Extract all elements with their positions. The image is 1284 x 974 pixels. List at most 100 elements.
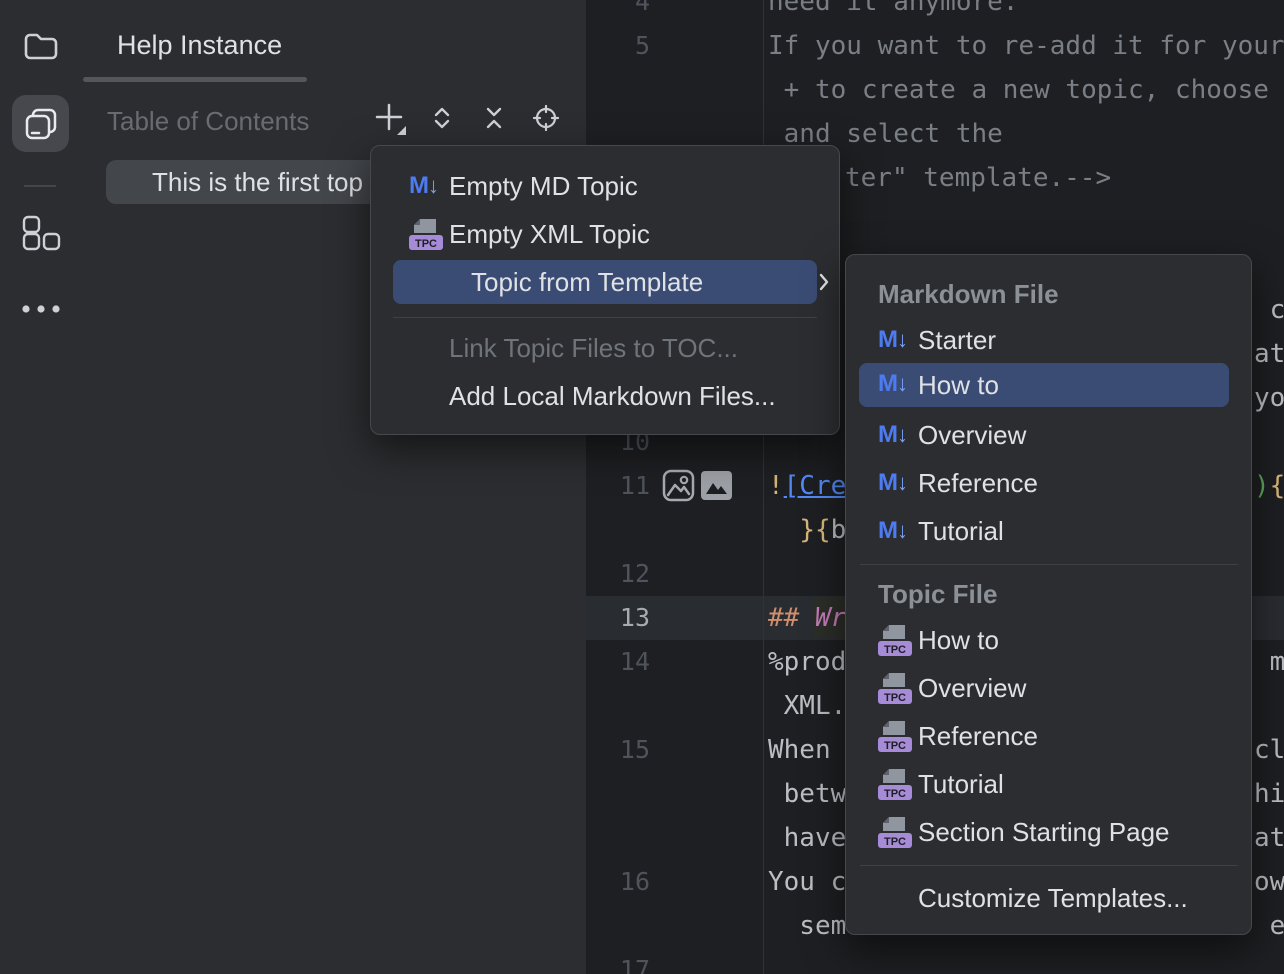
- submenu-chevron-icon: [818, 272, 830, 292]
- svg-text:TPC: TPC: [884, 788, 906, 800]
- submenu-item-overview-tpc[interactable]: TPC Overview: [846, 664, 1251, 712]
- line-number: 12: [586, 552, 650, 596]
- submenu-item-overview-md[interactable]: M↓ Overview: [846, 411, 1251, 459]
- submenu-item-reference-md[interactable]: M↓ Reference: [846, 459, 1251, 507]
- markdown-file-icon: M↓: [878, 517, 918, 545]
- image-filled-icon: [701, 471, 732, 500]
- markdown-file-icon: M↓: [878, 326, 918, 354]
- code-text: ter" template.-->: [845, 156, 1111, 200]
- add-topic-button[interactable]: [371, 100, 407, 136]
- code-text: + to create a new topic, choose: [768, 68, 1284, 112]
- activity-divider: [24, 185, 56, 187]
- structure-icon: [17, 207, 65, 251]
- submenu-item-section-starting-page[interactable]: TPC Section Starting Page: [846, 808, 1251, 856]
- topic-file-icon: TPC: [878, 623, 918, 657]
- code-fragment: his: [1254, 772, 1284, 816]
- structure-tool-button[interactable]: [12, 200, 69, 257]
- activity-bar: [0, 0, 82, 974]
- code-fragment: cl: [1254, 728, 1284, 772]
- code-text: You c: [768, 860, 846, 904]
- topic-file-icon: TPC: [409, 217, 449, 251]
- submenu-item-tutorial-tpc[interactable]: TPC Tutorial: [846, 760, 1251, 808]
- markdown-file-icon: M↓: [878, 421, 918, 449]
- code-fragment: ){: [1254, 464, 1284, 508]
- menu-item-topic-from-template[interactable]: Topic from Template: [393, 260, 817, 304]
- folder-icon: [21, 26, 61, 66]
- line-number: 16: [586, 860, 650, 904]
- topic-file-icon: TPC: [878, 671, 918, 705]
- more-icon: [17, 301, 65, 317]
- submenu-item-starter[interactable]: M↓ Starter: [846, 316, 1251, 364]
- code-fragment: c: [1254, 288, 1284, 332]
- code-text: ## Wr: [768, 596, 846, 640]
- project-tool-button[interactable]: [12, 17, 69, 74]
- submenu-separator: [860, 564, 1238, 565]
- svg-text:TPC: TPC: [884, 836, 906, 848]
- code-text: %prod: [768, 640, 846, 684]
- code-fragment: e: [1254, 904, 1284, 948]
- expand-all-icon: [428, 104, 456, 132]
- menu-item-empty-xml-topic[interactable]: TPC Empty XML Topic: [371, 210, 839, 258]
- markdown-file-icon: M↓: [878, 469, 918, 497]
- target-icon: [532, 104, 560, 132]
- panel-title: Help Instance: [117, 30, 282, 61]
- code-fragment: ow: [1254, 860, 1284, 904]
- gutter-image-icons[interactable]: [662, 469, 732, 502]
- code-text: need it anymore.: [768, 0, 1018, 24]
- line-number: 11: [586, 464, 650, 508]
- markdown-file-icon: M↓: [409, 172, 449, 200]
- svg-text:TPC: TPC: [884, 644, 906, 656]
- line-number: 5: [586, 24, 650, 68]
- submenu-item-how-to-md[interactable]: M↓ How to: [859, 363, 1229, 407]
- code-fragments-right-of-menu: catyo){ mclhisatow e: [1252, 0, 1284, 974]
- code-text: If you want to re-add it for your: [768, 24, 1284, 68]
- toc-section-title: Table of Contents: [107, 106, 309, 137]
- plus-dropdown-icon: [371, 99, 407, 137]
- topics-tool-button[interactable]: [12, 95, 69, 152]
- code-text: betw: [768, 772, 846, 816]
- menu-item-add-local-markdown[interactable]: Add Local Markdown Files...: [371, 372, 839, 420]
- toc-tree-item-label: This is the first top: [152, 167, 363, 198]
- submenu-header-markdown-file: Markdown File: [878, 279, 1059, 310]
- submenu-item-reference-tpc[interactable]: TPC Reference: [846, 712, 1251, 760]
- line-number: 13: [586, 596, 650, 640]
- topics-icon: [21, 104, 61, 144]
- code-text: have: [768, 816, 846, 860]
- code-line[interactable]: 17: [586, 948, 1284, 974]
- code-text: When: [768, 728, 846, 772]
- topic-file-icon: TPC: [878, 719, 918, 753]
- expand-all-button[interactable]: [424, 100, 460, 136]
- progress-bar: [83, 77, 307, 82]
- menu-separator: [393, 317, 817, 318]
- code-fragment: at: [1254, 816, 1284, 860]
- line-number: 14: [586, 640, 650, 684]
- code-fragment: yo: [1254, 376, 1284, 420]
- menu-item-link-topic-files: Link Topic Files to TOC...: [371, 324, 839, 372]
- code-fragment: at: [1254, 332, 1284, 376]
- svg-text:TPC: TPC: [884, 692, 906, 704]
- code-line[interactable]: + to create a new topic, choose: [586, 68, 1284, 112]
- line-number: 15: [586, 728, 650, 772]
- locate-button[interactable]: [528, 100, 564, 136]
- submenu-item-customize-templates[interactable]: Customize Templates...: [846, 874, 1251, 922]
- new-topic-context-menu: M↓ Empty MD Topic TPC Empty XML Topic To…: [370, 145, 840, 435]
- menu-item-empty-md-topic[interactable]: M↓ Empty MD Topic: [371, 162, 839, 210]
- topic-file-icon: TPC: [878, 815, 918, 849]
- submenu-item-tutorial-md[interactable]: M↓ Tutorial: [846, 507, 1251, 555]
- code-text: sem: [768, 904, 846, 948]
- app-window: 4 need it anymore. 5 If you want to re-add …: [0, 0, 1284, 974]
- submenu-separator: [860, 865, 1238, 866]
- line-number: 17: [586, 948, 650, 974]
- svg-text:TPC: TPC: [884, 740, 906, 752]
- markdown-file-icon: M↓: [878, 370, 907, 398]
- submenu-item-how-to-tpc[interactable]: TPC How to: [846, 616, 1251, 664]
- collapse-all-icon: [480, 104, 508, 132]
- code-line[interactable]: 4 need it anymore.: [586, 0, 1284, 24]
- code-text: XML.: [768, 684, 846, 728]
- line-number: 4: [586, 0, 650, 24]
- code-line[interactable]: 5 If you want to re-add it for your: [586, 24, 1284, 68]
- collapse-all-button[interactable]: [476, 100, 512, 136]
- more-tool-windows-button[interactable]: [12, 280, 69, 337]
- topic-from-template-submenu: Markdown File M↓ Starter M↓ How to M↓ Ov…: [845, 254, 1252, 935]
- svg-text:TPC: TPC: [415, 238, 437, 250]
